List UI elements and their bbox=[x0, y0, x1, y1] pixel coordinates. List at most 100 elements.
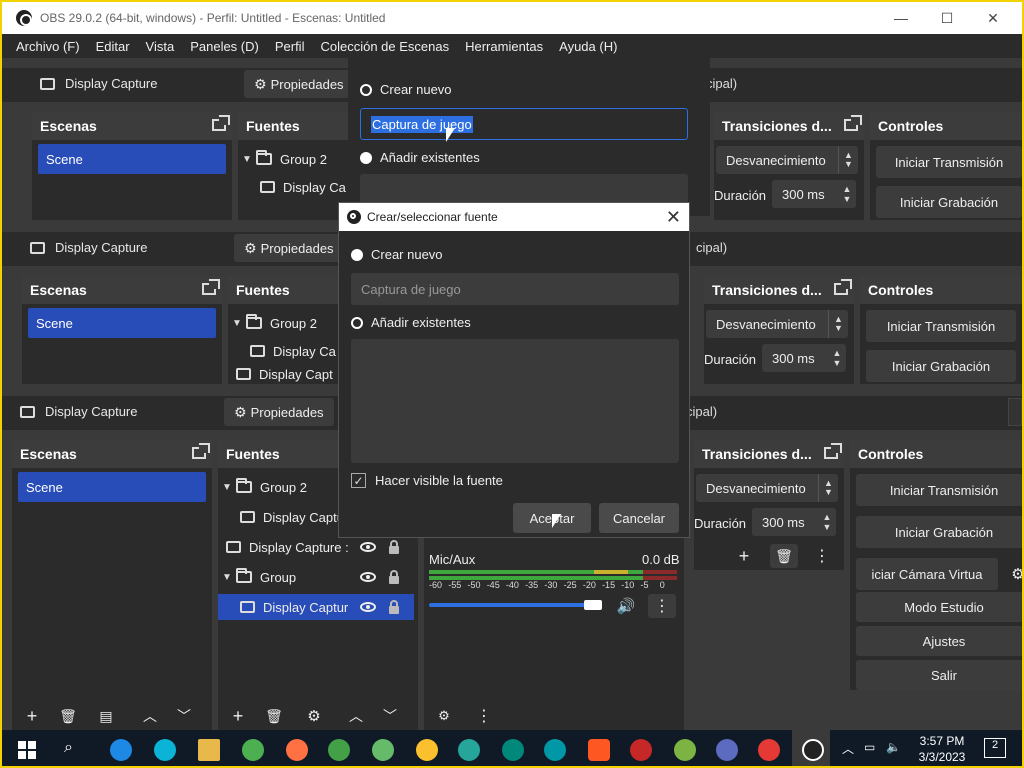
lock-icon[interactable] bbox=[389, 600, 399, 614]
existing-sources-list[interactable] bbox=[351, 339, 679, 463]
filter-icon[interactable]: ▤ bbox=[92, 704, 120, 728]
menu-scene-collection[interactable]: Colección de Escenas bbox=[312, 39, 457, 54]
notifications-badge[interactable]: 2 bbox=[984, 738, 1006, 758]
properties-button[interactable]: ⚙ Propiedades bbox=[224, 398, 334, 426]
close-button[interactable]: ✕ bbox=[970, 2, 1016, 34]
plus-icon[interactable]: + bbox=[18, 704, 46, 728]
down-arrow-icon[interactable]: ﹀ bbox=[170, 704, 198, 728]
gears-icon[interactable]: ⚙ bbox=[430, 704, 458, 728]
undock-icon[interactable] bbox=[192, 443, 210, 459]
properties-button[interactable]: ⚙ Propiedades bbox=[244, 70, 354, 98]
transition-select[interactable]: Desvanecimiento ▲ ▼ bbox=[716, 146, 858, 174]
duration-input[interactable]: 300 ms ▲ ▼ bbox=[772, 180, 856, 208]
volume-slider[interactable] bbox=[429, 603, 597, 607]
radio-create-new[interactable]: Crear nuevo bbox=[351, 247, 443, 262]
plus-icon[interactable]: + bbox=[730, 544, 758, 568]
menu-file[interactable]: Archivo (F) bbox=[8, 39, 88, 54]
audio-device-select[interactable] bbox=[1008, 398, 1022, 426]
folder-icon[interactable] bbox=[198, 739, 220, 761]
kebab-icon[interactable]: ⋮ bbox=[648, 594, 676, 618]
start-streaming-button[interactable]: Iniciar Transmisión bbox=[866, 310, 1016, 342]
volume-slider-thumb[interactable] bbox=[584, 600, 603, 610]
network-icon[interactable]: ▭ bbox=[864, 740, 875, 754]
close-icon[interactable]: ✕ bbox=[666, 207, 681, 228]
maximize-button[interactable]: ☐ bbox=[924, 2, 970, 34]
menu-docks[interactable]: Paneles (D) bbox=[182, 39, 267, 54]
edge-beta-icon[interactable] bbox=[458, 739, 480, 761]
eye-icon[interactable] bbox=[360, 602, 376, 612]
scene-item[interactable]: Scene bbox=[18, 472, 206, 502]
start-recording-button[interactable]: Iniciar Grabación bbox=[856, 516, 1022, 548]
opera-icon[interactable] bbox=[630, 739, 652, 761]
up-arrow-icon[interactable]: ︿ bbox=[136, 704, 164, 728]
source-display-capture-selected[interactable]: Display Captur bbox=[218, 594, 414, 620]
undock-icon[interactable] bbox=[824, 443, 842, 459]
menu-tools[interactable]: Herramientas bbox=[457, 39, 551, 54]
chrome-b-icon[interactable] bbox=[328, 739, 350, 761]
menu-view[interactable]: Vista bbox=[138, 39, 183, 54]
ie-icon[interactable] bbox=[110, 739, 132, 761]
gear-icon[interactable]: ⚙ bbox=[300, 704, 328, 728]
menu-edit[interactable]: Editar bbox=[88, 39, 138, 54]
edge-canary-icon[interactable] bbox=[544, 739, 566, 761]
cancel-button[interactable]: Cancelar bbox=[599, 503, 679, 533]
menu-help[interactable]: Ayuda (H) bbox=[551, 39, 625, 54]
radio-add-existing[interactable]: Añadir existentes bbox=[351, 315, 471, 330]
yandex-icon[interactable] bbox=[758, 739, 780, 761]
chevron-down-icon[interactable]: ▼ bbox=[218, 482, 236, 493]
exit-button[interactable]: Salir bbox=[856, 660, 1022, 690]
search-icon[interactable]: ⌕ bbox=[64, 739, 73, 757]
scene-item[interactable]: Scene bbox=[28, 308, 216, 338]
minimize-button[interactable]: — bbox=[878, 2, 924, 34]
existing-list-back[interactable] bbox=[360, 174, 688, 204]
studio-mode-button[interactable]: Modo Estudio bbox=[856, 592, 1022, 622]
source-display-capture[interactable]: Display Ca bbox=[228, 338, 338, 364]
transition-select[interactable]: Desvanecimiento ▲ ▼ bbox=[696, 474, 838, 502]
properties-button[interactable]: ⚙ Propiedades bbox=[234, 234, 344, 262]
plus-icon[interactable]: + bbox=[224, 704, 252, 728]
brave-icon[interactable] bbox=[588, 739, 610, 761]
menu-profile[interactable]: Perfil bbox=[267, 39, 313, 54]
name-field-back[interactable]: Captura de juego bbox=[360, 108, 688, 140]
duration-input[interactable]: 300 ms ▲ ▼ bbox=[762, 344, 846, 372]
virtual-camera-button[interactable]: iciar Cámara Virtua bbox=[856, 558, 998, 590]
kebab-icon[interactable]: ⋮ bbox=[808, 544, 836, 568]
name-field[interactable]: Captura de juego bbox=[351, 273, 679, 305]
scene-item[interactable]: Scene bbox=[38, 144, 226, 174]
source-group2[interactable]: ▼ Group 2 bbox=[238, 146, 348, 172]
app-icon[interactable] bbox=[674, 739, 696, 761]
clock-time[interactable]: 3:57 PM bbox=[914, 734, 970, 748]
chrome-canary-icon[interactable] bbox=[416, 739, 438, 761]
transition-select[interactable]: Desvanecimiento ▲ ▼ bbox=[706, 310, 848, 338]
settings-button[interactable]: Ajustes bbox=[856, 626, 1022, 656]
edge-icon[interactable] bbox=[154, 739, 176, 761]
down-arrow-icon[interactable]: ﹀ bbox=[376, 704, 404, 728]
volume-icon[interactable]: 🔈 bbox=[886, 740, 901, 754]
source-group[interactable]: ▼ Group bbox=[218, 564, 418, 590]
up-arrow-icon[interactable]: ︿ bbox=[342, 704, 370, 728]
clock-date[interactable]: 3/3/2023 bbox=[914, 750, 970, 764]
make-visible-checkbox[interactable]: ✓ Hacer visible la fuente bbox=[351, 473, 503, 488]
lock-icon[interactable] bbox=[389, 540, 399, 554]
start-recording-button[interactable]: Iniciar Grabación bbox=[876, 186, 1022, 218]
start-recording-button[interactable]: Iniciar Grabación bbox=[866, 350, 1016, 382]
chrome-d-icon[interactable] bbox=[372, 739, 394, 761]
windows-start-icon[interactable] bbox=[18, 741, 36, 759]
trash-icon[interactable]: 🗑 bbox=[770, 544, 798, 568]
duration-input[interactable]: 300 ms ▲ ▼ bbox=[752, 508, 836, 536]
start-streaming-button[interactable]: Iniciar Transmisión bbox=[856, 474, 1022, 506]
trash-icon[interactable]: 🗑 bbox=[260, 704, 288, 728]
firefox-icon[interactable] bbox=[286, 739, 308, 761]
eye-icon[interactable] bbox=[360, 572, 376, 582]
eye-icon[interactable] bbox=[360, 542, 376, 552]
source-display-capture[interactable]: Display Ca bbox=[238, 174, 348, 200]
trash-icon[interactable]: 🗑 bbox=[54, 704, 82, 728]
radio-existing-back[interactable]: Añadir existentes bbox=[360, 150, 480, 165]
start-streaming-button[interactable]: Iniciar Transmisión bbox=[876, 146, 1022, 178]
lock-icon[interactable] bbox=[389, 570, 399, 584]
vivaldi-icon[interactable] bbox=[716, 739, 738, 761]
edge-dev-icon[interactable] bbox=[502, 739, 524, 761]
source-display-capture-2[interactable]: Display Capt bbox=[228, 364, 338, 384]
speaker-icon[interactable]: 🔊 bbox=[612, 594, 640, 618]
tray-chevron-icon[interactable]: ︿ bbox=[842, 740, 854, 757]
